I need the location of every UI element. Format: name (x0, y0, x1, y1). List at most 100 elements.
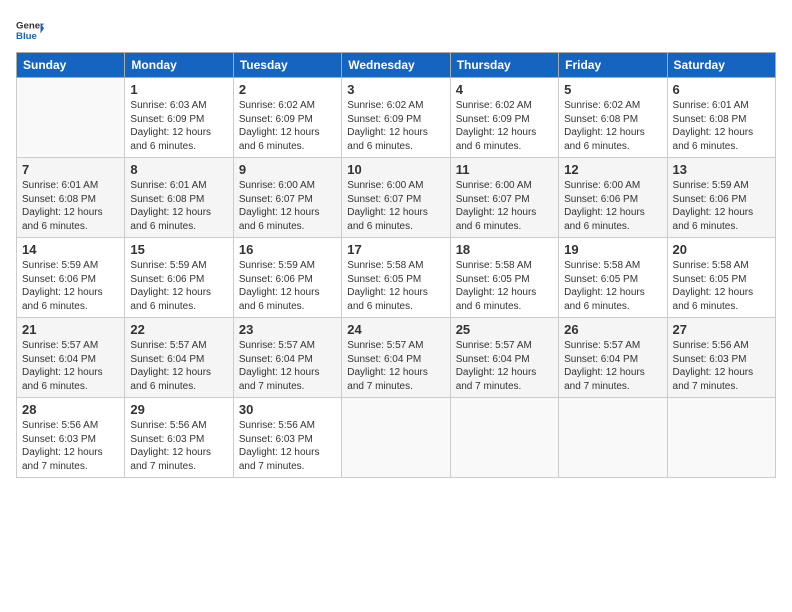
day-info: Sunrise: 6:01 AM Sunset: 6:08 PM Dayligh… (673, 99, 770, 153)
calendar-cell: 6 Sunrise: 6:01 AM Sunset: 6:08 PM Daylig… (667, 78, 775, 158)
day-info: Sunrise: 5:56 AM Sunset: 6:03 PM Dayligh… (239, 419, 336, 473)
day-info: Sunrise: 5:57 AM Sunset: 6:04 PM Dayligh… (239, 339, 336, 393)
calendar-cell (450, 398, 558, 478)
calendar-cell: 19 Sunrise: 5:58 AM Sunset: 6:05 PM Dayli… (559, 238, 667, 318)
day-number: 17 (347, 242, 444, 257)
calendar-cell: 21 Sunrise: 5:57 AM Sunset: 6:04 PM Dayli… (17, 318, 125, 398)
day-number: 18 (456, 242, 553, 257)
calendar-cell: 28 Sunrise: 5:56 AM Sunset: 6:03 PM Dayli… (17, 398, 125, 478)
day-info: Sunrise: 6:02 AM Sunset: 6:09 PM Dayligh… (347, 99, 444, 153)
day-number: 27 (673, 322, 770, 337)
weekday-header-saturday: Saturday (667, 53, 775, 78)
day-number: 10 (347, 162, 444, 177)
calendar-cell: 14 Sunrise: 5:59 AM Sunset: 6:06 PM Dayli… (17, 238, 125, 318)
calendar-cell: 9 Sunrise: 6:00 AM Sunset: 6:07 PM Daylig… (233, 158, 341, 238)
day-info: Sunrise: 6:02 AM Sunset: 6:08 PM Dayligh… (564, 99, 661, 153)
day-number: 15 (130, 242, 227, 257)
day-info: Sunrise: 6:00 AM Sunset: 6:07 PM Dayligh… (347, 179, 444, 233)
calendar-cell (342, 398, 450, 478)
calendar-cell (559, 398, 667, 478)
day-number: 7 (22, 162, 119, 177)
calendar-cell: 22 Sunrise: 5:57 AM Sunset: 6:04 PM Dayli… (125, 318, 233, 398)
day-info: Sunrise: 5:58 AM Sunset: 6:05 PM Dayligh… (456, 259, 553, 313)
calendar-cell (667, 398, 775, 478)
day-number: 4 (456, 82, 553, 97)
day-info: Sunrise: 5:58 AM Sunset: 6:05 PM Dayligh… (347, 259, 444, 313)
calendar-cell: 16 Sunrise: 5:59 AM Sunset: 6:06 PM Dayli… (233, 238, 341, 318)
day-info: Sunrise: 5:57 AM Sunset: 6:04 PM Dayligh… (564, 339, 661, 393)
day-info: Sunrise: 5:57 AM Sunset: 6:04 PM Dayligh… (22, 339, 119, 393)
calendar-cell: 5 Sunrise: 6:02 AM Sunset: 6:08 PM Daylig… (559, 78, 667, 158)
day-number: 12 (564, 162, 661, 177)
day-info: Sunrise: 5:59 AM Sunset: 6:06 PM Dayligh… (239, 259, 336, 313)
day-number: 21 (22, 322, 119, 337)
calendar-cell: 2 Sunrise: 6:02 AM Sunset: 6:09 PM Daylig… (233, 78, 341, 158)
day-number: 14 (22, 242, 119, 257)
calendar-cell: 30 Sunrise: 5:56 AM Sunset: 6:03 PM Dayli… (233, 398, 341, 478)
calendar-cell (17, 78, 125, 158)
day-number: 22 (130, 322, 227, 337)
calendar-cell: 17 Sunrise: 5:58 AM Sunset: 6:05 PM Dayli… (342, 238, 450, 318)
weekday-header-wednesday: Wednesday (342, 53, 450, 78)
calendar-cell: 1 Sunrise: 6:03 AM Sunset: 6:09 PM Daylig… (125, 78, 233, 158)
calendar-cell: 20Sunrise: 5:58 AM Sunset: 6:05 PM Dayli… (667, 238, 775, 318)
day-info: Sunrise: 5:57 AM Sunset: 6:04 PM Dayligh… (456, 339, 553, 393)
calendar-cell: 4 Sunrise: 6:02 AM Sunset: 6:09 PM Daylig… (450, 78, 558, 158)
day-number: 25 (456, 322, 553, 337)
day-info: Sunrise: 5:56 AM Sunset: 6:03 PM Dayligh… (130, 419, 227, 473)
day-number: 8 (130, 162, 227, 177)
page-header: General Blue (16, 16, 776, 44)
day-info: Sunrise: 5:58 AM Sunset: 6:05 PM Dayligh… (564, 259, 661, 313)
weekday-header-sunday: Sunday (17, 53, 125, 78)
day-number: 5 (564, 82, 661, 97)
day-info: Sunrise: 6:00 AM Sunset: 6:07 PM Dayligh… (456, 179, 553, 233)
day-number: 28 (22, 402, 119, 417)
calendar-cell: 12 Sunrise: 6:00 AM Sunset: 6:06 PM Dayli… (559, 158, 667, 238)
day-number: 1 (130, 82, 227, 97)
svg-text:Blue: Blue (16, 31, 37, 42)
weekday-header-tuesday: Tuesday (233, 53, 341, 78)
day-info: Sunrise: 6:00 AM Sunset: 6:07 PM Dayligh… (239, 179, 336, 233)
day-info: Sunrise: 5:56 AM Sunset: 6:03 PM Dayligh… (22, 419, 119, 473)
day-number: 6 (673, 82, 770, 97)
day-info: Sunrise: 5:59 AM Sunset: 6:06 PM Dayligh… (130, 259, 227, 313)
day-number: 2 (239, 82, 336, 97)
day-number: 16 (239, 242, 336, 257)
day-number: 29 (130, 402, 227, 417)
calendar-cell: 29 Sunrise: 5:56 AM Sunset: 6:03 PM Dayli… (125, 398, 233, 478)
weekday-header-monday: Monday (125, 53, 233, 78)
day-number: 26 (564, 322, 661, 337)
day-info: Sunrise: 5:59 AM Sunset: 6:06 PM Dayligh… (673, 179, 770, 233)
day-info: Sunrise: 6:02 AM Sunset: 6:09 PM Dayligh… (239, 99, 336, 153)
day-info: Sunrise: 6:02 AM Sunset: 6:09 PM Dayligh… (456, 99, 553, 153)
calendar-cell: 15 Sunrise: 5:59 AM Sunset: 6:06 PM Dayli… (125, 238, 233, 318)
calendar-cell: 3 Sunrise: 6:02 AM Sunset: 6:09 PM Daylig… (342, 78, 450, 158)
day-info: Sunrise: 6:03 AM Sunset: 6:09 PM Dayligh… (130, 99, 227, 153)
calendar-cell: 13 Sunrise: 5:59 AM Sunset: 6:06 PM Dayli… (667, 158, 775, 238)
calendar-cell: 10 Sunrise: 6:00 AM Sunset: 6:07 PM Dayli… (342, 158, 450, 238)
day-number: 30 (239, 402, 336, 417)
calendar-cell: 24Sunrise: 5:57 AM Sunset: 6:04 PM Dayli… (342, 318, 450, 398)
calendar-cell: 7Sunrise: 6:01 AM Sunset: 6:08 PM Daylig… (17, 158, 125, 238)
calendar-cell: 27Sunrise: 5:56 AM Sunset: 6:03 PM Dayli… (667, 318, 775, 398)
weekday-header-friday: Friday (559, 53, 667, 78)
day-number: 24 (347, 322, 444, 337)
svg-text:General: General (16, 20, 44, 31)
day-number: 11 (456, 162, 553, 177)
day-number: 9 (239, 162, 336, 177)
calendar-cell: 25 Sunrise: 5:57 AM Sunset: 6:04 PM Dayli… (450, 318, 558, 398)
day-info: Sunrise: 5:58 AM Sunset: 6:05 PM Dayligh… (673, 259, 770, 313)
calendar-cell: 26 Sunrise: 5:57 AM Sunset: 6:04 PM Dayli… (559, 318, 667, 398)
day-number: 13 (673, 162, 770, 177)
calendar-cell: 18 Sunrise: 5:58 AM Sunset: 6:05 PM Dayli… (450, 238, 558, 318)
logo: General Blue (16, 16, 44, 44)
day-info: Sunrise: 5:59 AM Sunset: 6:06 PM Dayligh… (22, 259, 119, 313)
calendar-table: SundayMondayTuesdayWednesdayThursdayFrid… (16, 52, 776, 478)
weekday-header-thursday: Thursday (450, 53, 558, 78)
day-info: Sunrise: 5:57 AM Sunset: 6:04 PM Dayligh… (130, 339, 227, 393)
day-number: 3 (347, 82, 444, 97)
day-number: 19 (564, 242, 661, 257)
day-info: Sunrise: 6:00 AM Sunset: 6:06 PM Dayligh… (564, 179, 661, 233)
calendar-cell: 23Sunrise: 5:57 AM Sunset: 6:04 PM Dayli… (233, 318, 341, 398)
logo-icon: General Blue (16, 16, 44, 44)
